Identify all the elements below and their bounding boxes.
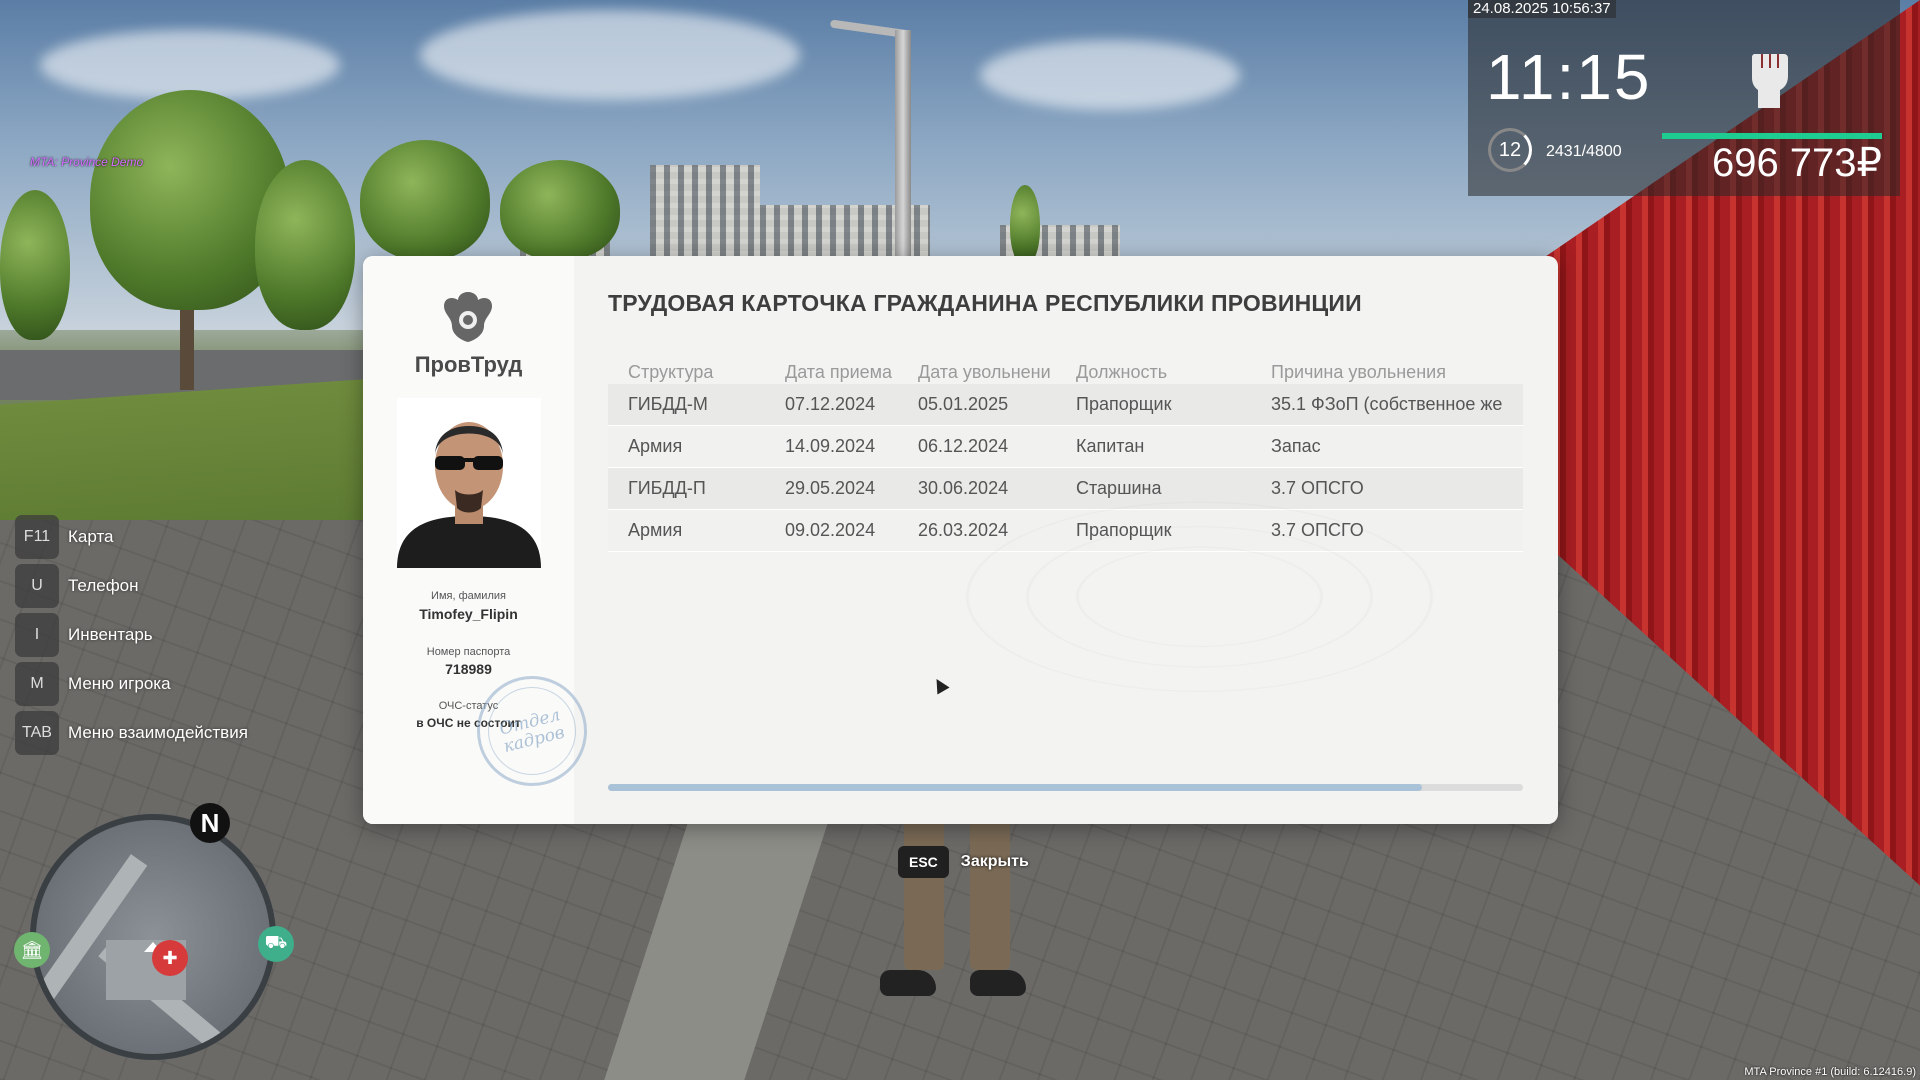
name-label: Имя, фамилия [431, 590, 506, 602]
cell-reason: 3.7 ОПСГО [1271, 520, 1364, 540]
cell-position: Прапорщик [1076, 394, 1172, 414]
stamp-line: Отдел [497, 705, 563, 740]
table-row[interactable]: ГИБДД-П 29.05.2024 30.06.2024 Старшина 3… [608, 468, 1523, 510]
cloud [420, 10, 800, 100]
close-label[interactable]: Закрыть [961, 853, 1029, 871]
hud-clock: 11:15 [1486, 41, 1652, 113]
brand-title: ПровТруд [414, 352, 523, 377]
cell-reason: Запас [1271, 436, 1321, 456]
key-badge: I [15, 613, 59, 657]
raised-fist-icon [1751, 54, 1788, 108]
column-header: Причина увольнения [1271, 362, 1446, 382]
player-photo [397, 398, 541, 568]
keybind-hints: F11 Карта U Телефон I Инвентарь M Меню и… [15, 515, 248, 760]
table-row[interactable]: Армия 14.09.2024 06.12.2024 Капитан Запа… [608, 426, 1523, 468]
key-badge: TAB [15, 711, 59, 755]
close-hint[interactable]: ESC Закрыть [898, 846, 1029, 878]
card-sidebar: ПровТруд Имя, фамилия Timofey_Flipin Ном… [363, 256, 599, 824]
name-value: Timofey_Flipin [419, 606, 518, 622]
hint-label: Карта [68, 527, 114, 546]
column-header: Дата приема [785, 362, 893, 382]
street-lamp [895, 30, 911, 270]
cell-reason: 35.1 ФЗоП (собственное же [1271, 394, 1503, 414]
hint-map[interactable]: F11 Карта [15, 515, 248, 559]
cell-hire-date: 09.02.2024 [785, 520, 876, 540]
stamp-line: кадров [501, 722, 567, 757]
bank-icon: 🏛 [14, 932, 50, 968]
column-header: Дата увольнени [918, 362, 1051, 382]
experience-counter: 2431/4800 [1546, 143, 1622, 160]
minimap[interactable] [30, 814, 276, 1060]
hint-phone[interactable]: U Телефон [15, 564, 248, 608]
table-header: Структура Дата приема Дата увольнени Дол… [608, 362, 1523, 384]
car-dealer-icon: ⛟ [258, 926, 294, 962]
key-badge: F11 [15, 515, 59, 559]
key-badge: M [15, 662, 59, 706]
cell-structure: ГИБДД-П [628, 478, 706, 498]
tree [255, 160, 355, 330]
tree [1010, 185, 1040, 265]
cell-dismissal-date: 26.03.2024 [918, 520, 1009, 540]
hud-datetime: 24.08.2025 10:56:37 [1468, 0, 1616, 18]
card-title: ТРУДОВАЯ КАРТОЧКА ГРАЖДАНИНА РЕСПУБЛИКИ … [608, 290, 1362, 316]
column-header: Должность [1076, 362, 1168, 382]
horizontal-scrollbar[interactable] [608, 784, 1523, 791]
hint-label: Инвентарь [68, 625, 153, 644]
coat-of-arms-icon [444, 292, 492, 342]
table-row[interactable]: Армия 09.02.2024 26.03.2024 Прапорщик 3.… [608, 510, 1523, 552]
table-row[interactable]: ГИБДД-М 07.12.2024 05.01.2025 Прапорщик … [608, 384, 1523, 426]
hint-inventory[interactable]: I Инвентарь [15, 613, 248, 657]
cloud [980, 40, 1240, 110]
cell-dismissal-date: 30.06.2024 [918, 478, 1009, 498]
tree [500, 160, 620, 260]
tree [0, 190, 70, 340]
cell-structure: ГИБДД-М [628, 394, 708, 414]
column-header: Структура [628, 362, 714, 382]
passport-label: Номер паспорта [426, 646, 511, 658]
esc-key-badge[interactable]: ESC [898, 846, 949, 878]
passport-value: 718989 [445, 661, 492, 677]
cell-position: Капитан [1076, 436, 1145, 456]
cell-dismissal-date: 06.12.2024 [918, 436, 1009, 456]
level-ring: 12 [1488, 128, 1532, 172]
cell-position: Старшина [1076, 478, 1162, 498]
cell-structure: Армия [628, 520, 683, 540]
key-badge: U [15, 564, 59, 608]
employment-card: ПровТруд Имя, фамилия Timofey_Flipin Ном… [363, 256, 1558, 824]
tree [360, 140, 490, 260]
hint-label: Меню взаимодействия [68, 723, 248, 742]
hint-label: Телефон [68, 576, 139, 595]
hint-interaction-menu[interactable]: TAB Меню взаимодействия [15, 711, 248, 755]
scrollbar-thumb[interactable] [608, 784, 1423, 791]
cell-hire-date: 14.09.2024 [785, 436, 876, 456]
employment-table: Структура Дата приема Дата увольнени Дол… [608, 362, 1523, 552]
cell-structure: Армия [628, 436, 683, 456]
hint-label: Меню игрока [68, 674, 171, 693]
hospital-icon: ✚ [152, 940, 188, 976]
cell-reason: 3.7 ОПСГО [1271, 478, 1364, 498]
cell-position: Прапорщик [1076, 520, 1172, 540]
cell-hire-date: 07.12.2024 [785, 394, 876, 414]
cell-hire-date: 29.05.2024 [785, 478, 876, 498]
health-bar [1662, 133, 1882, 139]
money-balance: 696 773₽ [1711, 141, 1882, 185]
server-tag: MTA: Province Demo [30, 155, 144, 169]
cell-dismissal-date: 05.01.2025 [918, 394, 1009, 414]
hint-player-menu[interactable]: M Меню игрока [15, 662, 248, 706]
table-body[interactable]: ГИБДД-М 07.12.2024 05.01.2025 Прапорщик … [608, 384, 1523, 552]
build-info: MTA Province #1 (build: 6.12416.9) [1744, 1066, 1916, 1078]
hr-stamp: Отдел кадров [465, 664, 599, 798]
north-indicator: N [190, 803, 230, 843]
